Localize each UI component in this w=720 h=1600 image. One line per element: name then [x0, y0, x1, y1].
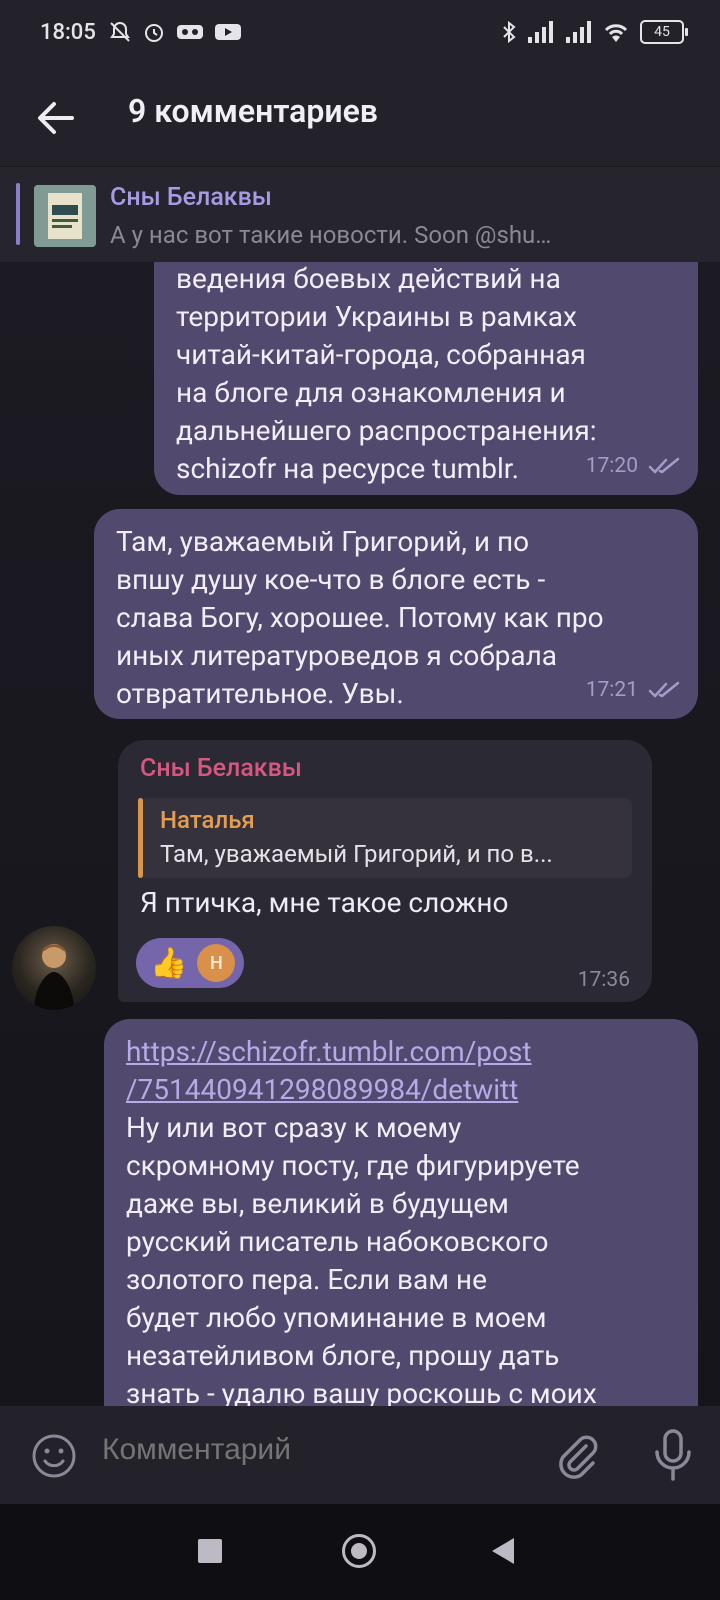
status-time: 18:05	[40, 20, 96, 45]
pinned-title: Сны Белаквы	[110, 183, 272, 212]
battery-level: 45	[654, 24, 670, 40]
thumbs-up-icon: 👍	[150, 945, 188, 981]
message-link[interactable]: https://schizofr.tumblr.com/post /751440…	[126, 1035, 532, 1106]
app-bar: 9 комментариев	[0, 70, 720, 166]
double-check-icon	[648, 457, 680, 474]
back-button[interactable]	[30, 92, 82, 144]
message-text: Там, уважаемый Григорий, и по впшу душу …	[116, 525, 604, 710]
double-check-icon	[648, 681, 680, 698]
emoji-button[interactable]	[30, 1432, 78, 1480]
bluetooth-icon	[503, 20, 516, 44]
page-title: 9 комментариев	[128, 92, 378, 130]
comment-composer	[0, 1406, 720, 1504]
wifi-icon	[604, 24, 628, 42]
microphone-button[interactable]	[648, 1428, 698, 1482]
message-text: Ну или вот сразу к моему скромному посту…	[126, 1111, 597, 1406]
reaction-avatar: Н	[197, 944, 236, 982]
voicemail-icon	[177, 25, 203, 39]
pinned-message[interactable]: Сны Белаквы А у нас вот такие новости. S…	[0, 166, 720, 263]
incoming-message[interactable]: Сны Белаквы Наталья Там, уважаемый Григо…	[118, 740, 652, 1002]
message-meta: 17:21	[586, 671, 680, 709]
avatar[interactable]	[12, 926, 96, 1010]
signal-icon	[566, 21, 591, 43]
chat-area[interactable]: ведения боевых действий на территории Ук…	[0, 262, 720, 1406]
message-time: 17:36	[577, 968, 630, 992]
message-text: ведения боевых действий на территории Ук…	[176, 262, 597, 485]
youtube-icon	[215, 24, 241, 40]
pinned-text: А у нас вот такие новости. Soon @shu…	[110, 221, 552, 249]
microphone-icon	[655, 1429, 691, 1481]
pinned-thumbnail	[34, 185, 96, 247]
status-right-icons: 45	[502, 20, 688, 44]
outgoing-message[interactable]: ведения боевых действий на территории Ук…	[154, 262, 698, 495]
reaction-chip[interactable]: 👍 Н	[136, 938, 244, 988]
message-time: 17:20	[585, 454, 638, 478]
system-nav-bar	[0, 1504, 720, 1600]
reply-author: Наталья	[160, 806, 255, 834]
reply-indicator	[138, 798, 143, 878]
pinned-indicator	[16, 183, 20, 245]
message-meta: 17:20	[586, 447, 680, 485]
reply-preview[interactable]: Наталья Там, уважаемый Григорий, и по в.…	[138, 798, 632, 878]
alarm-icon	[145, 24, 163, 42]
outgoing-message[interactable]: Там, уважаемый Григорий, и по впшу душу …	[94, 509, 698, 719]
recents-button[interactable]	[198, 1539, 222, 1563]
battery-icon: 45	[640, 20, 688, 44]
message-text: Я птичка, мне такое сложно	[140, 886, 509, 919]
system-back-button[interactable]	[492, 1538, 514, 1564]
smiley-icon	[32, 1434, 76, 1478]
mute-icon	[110, 21, 130, 42]
message-body: https://schizofr.tumblr.com/post /751440…	[126, 1033, 597, 1406]
status-left-icons	[108, 20, 242, 44]
arrow-left-icon	[38, 102, 74, 134]
comment-input[interactable]	[100, 1432, 524, 1468]
message-time: 17:21	[585, 678, 638, 702]
message-sender[interactable]: Сны Белаквы	[140, 754, 302, 783]
reply-text: Там, уважаемый Григорий, и по в...	[160, 840, 553, 868]
home-button[interactable]	[342, 1534, 376, 1568]
attach-button[interactable]	[552, 1430, 602, 1480]
outgoing-message[interactable]: https://schizofr.tumblr.com/post /751440…	[104, 1019, 698, 1406]
status-bar: 18:05 45	[0, 0, 720, 70]
paperclip-icon	[559, 1435, 598, 1479]
signal-icon	[528, 21, 553, 43]
